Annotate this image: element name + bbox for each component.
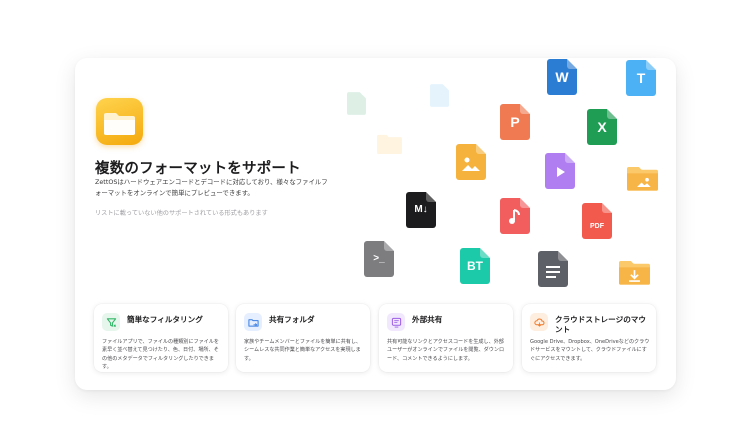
feature-external-share-title: 外部共有 [412, 315, 443, 324]
audio-file-icon [500, 198, 530, 234]
feature-shared-folder[interactable]: 共有フォルダ 家族やチームメンバーとファイルを簡単に共有し、シームレスな共同作業… [236, 304, 370, 372]
filter-icon [102, 313, 120, 331]
hero-note: リストに載っていない他のサポートされている形式もあります [95, 210, 268, 217]
hero-title: 複数のフォーマットをサポート [95, 161, 301, 177]
feature-external-share-description: 共有可能なリンクとアクセスコードを生成し、外部ユーザーがオンラインでファイルを閲… [387, 339, 505, 362]
image-folder-icon [627, 163, 658, 191]
text-file-icon: T [626, 60, 656, 96]
text-file-label: T [636, 70, 646, 86]
download-folder-icon [619, 257, 650, 285]
video-file-icon [545, 153, 575, 189]
markdown-file-label: M↓ [414, 204, 428, 215]
feature-cloud-mount-description: Google Drive、Dropbox、OneDriveなどのクラウドサービス… [530, 339, 650, 362]
powerpoint-file-label: P [510, 114, 520, 130]
faded-text-file-icon [430, 84, 449, 107]
image-file-icon [456, 144, 486, 180]
terminal-file-label: >_ [373, 253, 385, 264]
torrent-file-icon: BT [460, 248, 490, 284]
torrent-file-label: BT [467, 259, 483, 273]
files-app-folder-icon [96, 98, 143, 145]
feature-filtering-description: ファイルアプリで、ファイルの種類別にファイルを素早く並べ替えて見つけたり、色、日… [102, 339, 219, 370]
feature-shared-folder-title: 共有フォルダ [269, 315, 315, 324]
word-file-icon: W [547, 59, 577, 95]
markdown-file-icon: M↓ [406, 192, 436, 228]
external-share-icon [387, 313, 405, 331]
excel-file-icon: X [587, 109, 617, 145]
excel-file-label: X [597, 119, 607, 135]
cloud-mount-icon [530, 313, 548, 331]
faded-folder-icon [377, 132, 402, 154]
document-file-icon [538, 251, 568, 287]
pdf-file-icon: PDF [582, 203, 612, 239]
pdf-file-label: PDF [590, 223, 604, 230]
shared-folder-icon [244, 313, 262, 331]
feature-external-share[interactable]: 外部共有 共有可能なリンクとアクセスコードを生成し、外部ユーザーがオンラインでフ… [379, 304, 513, 372]
hero-description: ZettOSはハードウェアエンコードとデコードに対応しており、様々なファイルフォ… [95, 178, 328, 197]
terminal-file-icon: >_ [364, 241, 394, 277]
word-file-label: W [555, 69, 569, 85]
feature-filtering[interactable]: 簡単なフィルタリング ファイルアプリで、ファイルの種類別にファイルを素早く並べ替… [94, 304, 228, 372]
feature-card: 複数のフォーマットをサポート ZettOSはハードウェアエンコードとデコードに対… [75, 58, 676, 390]
faded-excel-file-icon [347, 92, 366, 115]
powerpoint-file-icon: P [500, 104, 530, 140]
feature-cloud-mount-title: クラウドストレージのマウント [555, 315, 646, 334]
feature-filtering-title: 簡単なフィルタリング [127, 315, 203, 324]
feature-cloud-mount[interactable]: クラウドストレージのマウント Google Drive、Dropbox、OneD… [522, 304, 656, 372]
feature-shared-folder-description: 家族やチームメンバーとファイルを簡単に共有し、シームレスな共同作業と簡単なアクセ… [244, 339, 362, 362]
